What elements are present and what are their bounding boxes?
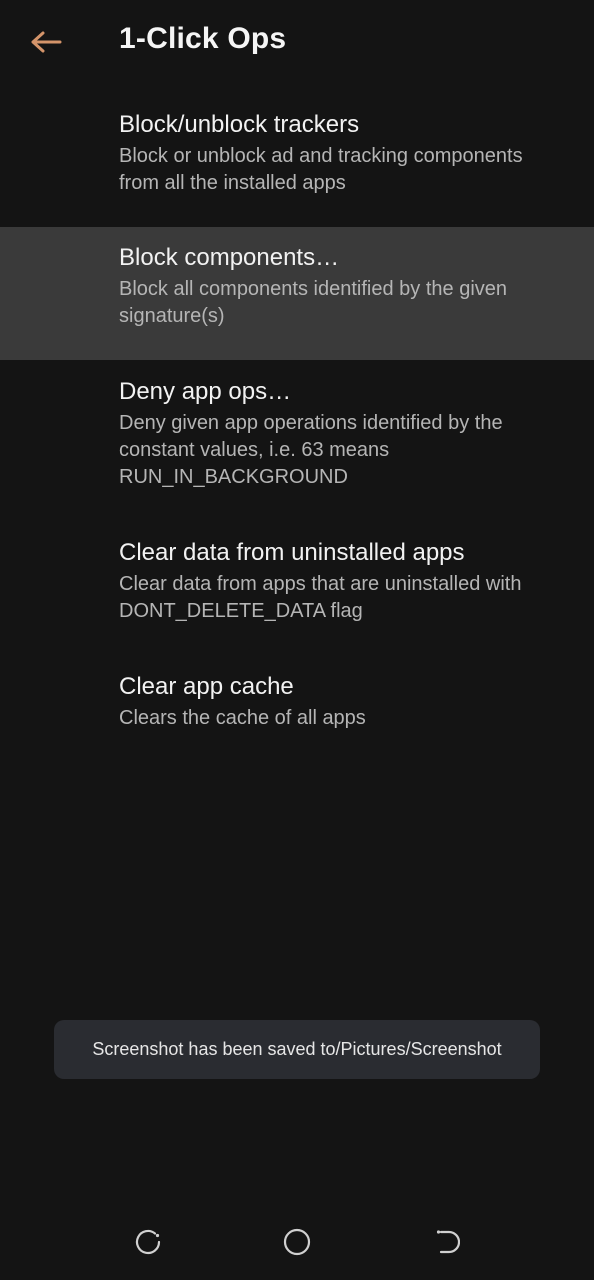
op-title: Clear app cache [119,673,294,700]
back-button[interactable] [22,22,70,62]
op-item-deny-app-ops[interactable]: Deny app ops… Deny given app operations … [0,376,594,506]
page-title: 1-Click Ops [119,22,287,55]
home-icon [283,1228,311,1256]
arrow-left-icon [31,31,62,53]
op-summary: Block or unblock ad and tracking compone… [119,145,523,194]
nav-back-button[interactable] [425,1222,465,1262]
nav-back-icon [436,1230,460,1254]
home-button[interactable] [277,1222,317,1262]
toast-notification: Screenshot has been saved to/Pictures/Sc… [54,1020,540,1079]
op-item-clear-app-cache[interactable]: Clear app cache Clears the cache of all … [0,671,594,751]
op-title: Deny app ops… [119,378,292,405]
op-item-block-components[interactable]: Block components… Block all components i… [0,227,594,360]
system-nav-bar [0,1200,594,1280]
toast-message: Screenshot has been saved to/Pictures/Sc… [92,1039,502,1059]
op-title: Block components… [119,244,340,271]
op-summary: Deny given app operations identified by … [119,412,503,488]
op-summary: Clear data from apps that are uninstalle… [119,573,522,622]
op-item-block-unblock-trackers[interactable]: Block/unblock trackers Block or unblock … [0,109,594,219]
op-summary: Clears the cache of all apps [119,707,366,729]
recents-button[interactable] [128,1222,168,1262]
op-title: Clear data from uninstalled apps [119,539,465,566]
op-summary: Block all components identified by the g… [119,278,508,327]
op-title: Block/unblock trackers [119,111,360,138]
app-bar: 1-Click Ops [0,0,594,84]
op-item-clear-data-uninstalled[interactable]: Clear data from uninstalled apps Clear d… [0,537,594,637]
recents-icon [135,1229,161,1255]
